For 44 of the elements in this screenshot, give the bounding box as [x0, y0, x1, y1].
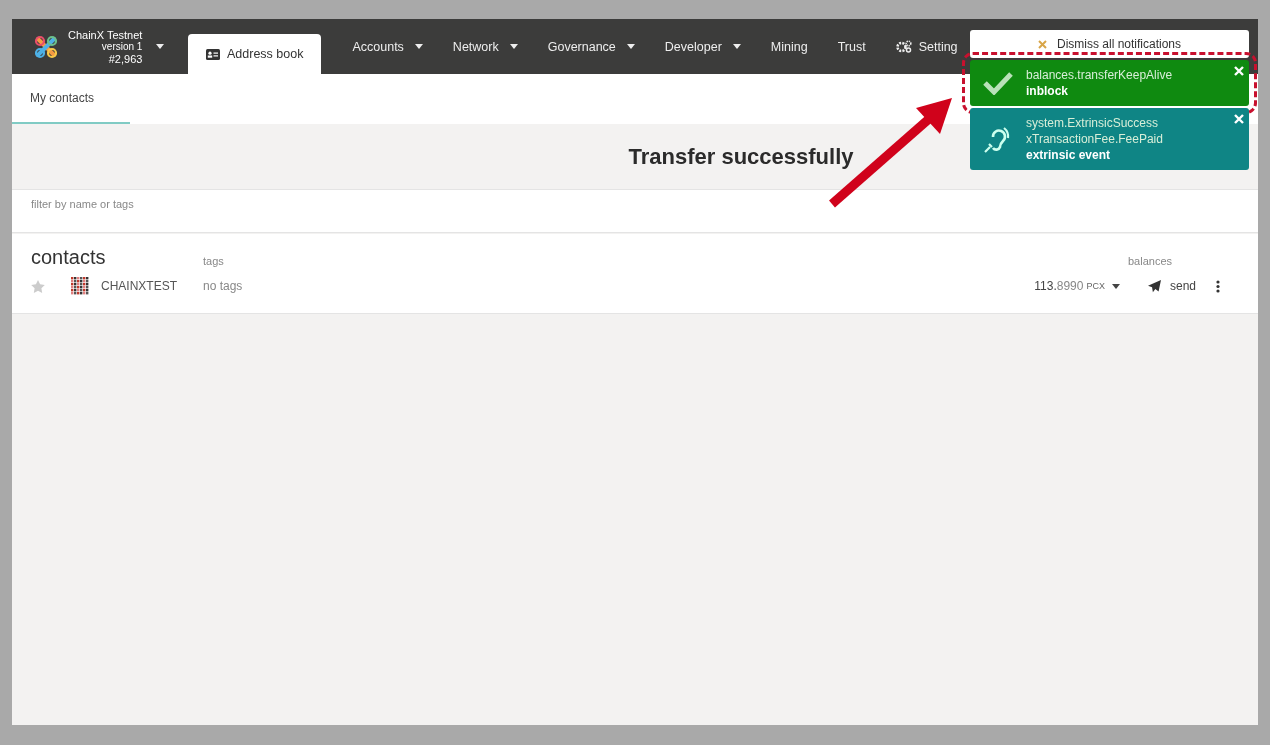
- dismiss-all-button[interactable]: Dismiss all notifications: [970, 30, 1249, 58]
- gears-icon: [895, 40, 912, 53]
- column-header: tags: [203, 255, 225, 269]
- send-button[interactable]: send: [1139, 275, 1204, 297]
- caret-icon: [626, 44, 635, 49]
- notification-text: xTransactionFee.FeePaid: [1026, 131, 1163, 147]
- close-icon[interactable]: [1233, 64, 1245, 76]
- nav-tab[interactable]: Mining: [755, 19, 823, 74]
- nav-tab[interactable]: Network: [437, 19, 533, 74]
- star-icon[interactable]: [31, 279, 45, 293]
- annotation-text: Transfer successfully: [628, 143, 854, 170]
- filter-field[interactable]: filter by name or tags: [12, 189, 1258, 233]
- checkmark-icon: [982, 71, 1014, 95]
- nav-tab[interactable]: Address book: [188, 34, 322, 74]
- nav-tab[interactable]: Developer: [649, 19, 756, 74]
- nav-tab[interactable]: Governance: [532, 19, 650, 74]
- caret-icon: [509, 44, 518, 49]
- nav-tab[interactable]: Accounts: [337, 19, 438, 74]
- notification-text: system.ExtrinsicSuccess: [1026, 115, 1160, 131]
- chain-version: version 1: [101, 40, 143, 53]
- column-header: balances: [1128, 255, 1174, 269]
- notification-status: inblock: [1026, 83, 1069, 99]
- caret-icon: [1111, 283, 1120, 289]
- close-icon: [1037, 39, 1047, 49]
- notification-text: balances.transferKeepAlive: [1026, 67, 1173, 83]
- contact-name: CHAINXTEST: [101, 279, 178, 293]
- caret-icon: [156, 44, 165, 49]
- notification-status: extrinsic event: [1026, 147, 1112, 163]
- caret-icon: [414, 44, 423, 49]
- balance-value[interactable]: 113.8990 PCX: [1034, 279, 1120, 293]
- sub-tab[interactable]: My contacts: [12, 74, 130, 124]
- nav-tab[interactable]: Setting: [880, 19, 973, 74]
- id-card-icon: [206, 48, 220, 60]
- block-number: #2,963: [108, 52, 143, 65]
- contact-tags: no tags: [203, 279, 1035, 293]
- section-title: contacts: [31, 246, 107, 269]
- paper-plane-icon: [1147, 279, 1161, 293]
- caret-icon: [732, 44, 741, 49]
- nav-tab[interactable]: Trust: [822, 19, 881, 74]
- close-icon[interactable]: [1233, 112, 1245, 124]
- identicon: [71, 277, 89, 295]
- more-icon[interactable]: [1216, 279, 1220, 293]
- logo-icon: [34, 34, 58, 59]
- chain-name: ChainX Testnet: [68, 28, 143, 41]
